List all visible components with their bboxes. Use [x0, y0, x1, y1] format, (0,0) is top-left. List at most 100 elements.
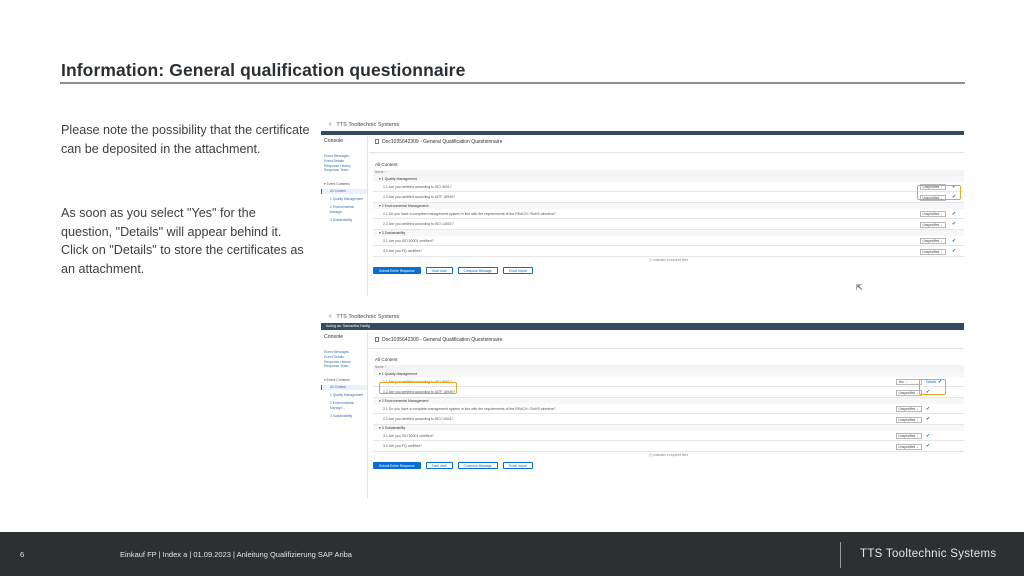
answer-dropdown[interactable]: Unspecified ⌄ [896, 416, 922, 423]
answer-dropdown[interactable]: Unspecified ⌄ [896, 389, 922, 396]
ariba-screenshot-yes-details: ‹ TTS Tooltechnic Systems Acting as: Sam… [321, 310, 964, 498]
console-panel: Console Event Messages Event Details Res… [321, 136, 368, 296]
footer-brand: TTS Tooltechnic Systems [860, 548, 997, 560]
check-icon: ✔ [926, 389, 931, 395]
brand-name: TTS Tooltechnic Systems [336, 121, 400, 128]
answer-value: Yes [898, 380, 904, 384]
check-icon: ✔ [952, 237, 957, 244]
console-item-sustainability[interactable]: 3 Sustainability [321, 218, 367, 223]
question-row: 3.1 Are you ISO 50001 certified? Unspeci… [373, 431, 964, 441]
all-content-heading: All Content [375, 357, 398, 362]
console-item-quality[interactable]: 1 Quality Management [321, 197, 367, 202]
question-text: 2.1 Do you have a complete management sy… [383, 406, 556, 411]
ariba-top-bar: ‹ TTS Tooltechnic Systems [321, 310, 964, 323]
answer-value: Unspecified [922, 239, 940, 243]
document-icon [375, 139, 379, 145]
console-link-response-team[interactable]: Response Team [321, 364, 367, 369]
question-row: 3.2 Are you PQ certified? Unspecified ⌄ … [373, 246, 964, 257]
console-section-event-contents[interactable]: ▾ Event Contents [321, 182, 367, 186]
check-icon: ✔ [952, 221, 957, 227]
submit-entire-response-button[interactable]: Submit Entire Response [373, 461, 421, 469]
save-draft-button[interactable]: Save draft [425, 266, 453, 274]
question-text: 3.1 Are you ISO 50001 certified? [383, 238, 434, 243]
answer-dropdown[interactable]: Unspecified ⌄ [920, 221, 946, 228]
answer-dropdown[interactable]: Unspecified ⌄ [896, 433, 922, 439]
check-icon: ✔ [926, 405, 931, 412]
document-title: Doc1035642309 - General Qualification Qu… [382, 337, 503, 343]
console-item-all-content[interactable]: All Content [321, 189, 367, 195]
question-row: 3.1 Are you ISO 50001 certified? Unspeci… [373, 236, 964, 246]
check-icon: ✔ [926, 443, 931, 449]
back-icon[interactable]: ‹ [329, 313, 331, 320]
document-title: Doc1035642309 - General Qualification Qu… [382, 139, 503, 145]
compose-message-button[interactable]: Compose Message [457, 266, 498, 274]
document-title-row: Doc1035642309 - General Qualification Qu… [375, 139, 502, 145]
mouse-cursor-icon: ⇱ [856, 283, 863, 292]
question-text: 2.2 Are you certified according to ISO 1… [383, 222, 454, 226]
answer-value: Unspecified [922, 185, 940, 189]
check-icon: ✔ [926, 432, 931, 439]
excel-import-button[interactable]: Excel Import [503, 461, 534, 469]
question-text: 1.1 Are you certified according to ISO 9… [383, 379, 452, 384]
console-section-event-contents[interactable]: ▾ Event Contents [321, 378, 367, 382]
check-icon: ✔ [938, 378, 943, 385]
check-icon: ✔ [926, 416, 931, 422]
question-text: 2.1 Do you have a complete management sy… [383, 211, 556, 216]
console-item-quality[interactable]: 1 Quality Management [321, 393, 367, 398]
answer-value: Unspecified [898, 407, 916, 411]
console-item-sustainability[interactable]: 3 Sustainability [321, 414, 367, 419]
back-icon[interactable]: ‹ [329, 121, 331, 128]
question-text: 1.2 Are you certified according to IATF … [383, 390, 455, 394]
answer-dropdown[interactable]: Unspecified ⌄ [896, 443, 922, 450]
divider [369, 348, 964, 349]
console-panel: Console Event Messages Event Details Res… [321, 332, 368, 498]
submit-entire-response-button[interactable]: Submit Entire Response [373, 266, 421, 274]
question-row: 3.2 Are you PQ certified? Unspecified ⌄ … [373, 441, 964, 452]
shell-bar [321, 131, 964, 135]
ariba-screenshot-unspecified: ‹ TTS Tooltechnic Systems Console Event … [321, 118, 964, 296]
answer-value: Unspecified [922, 195, 940, 200]
question-row: 2.1 Do you have a complete management sy… [373, 209, 964, 219]
details-link[interactable]: Details [926, 379, 936, 385]
answer-dropdown[interactable]: Unspecified ⌄ [920, 194, 946, 201]
required-field-hint: (*) indicates a required field [649, 257, 688, 262]
console-item-environmental[interactable]: 2 Environmental Manage... [321, 205, 367, 215]
save-draft-button[interactable]: Save draft [425, 461, 453, 469]
all-content-heading: All Content [375, 162, 398, 167]
questionnaire-body: All Content Name ↑ ▾ 1 Quality Managemen… [373, 357, 964, 469]
action-buttons: Submit Entire Response Save draft Compos… [373, 461, 964, 469]
answer-dropdown[interactable]: Unspecified ⌄ [920, 248, 946, 255]
console-link-response-team[interactable]: Response Team [321, 168, 367, 173]
divider [369, 152, 964, 153]
question-row: 1.2 Are you certified according to IATF … [373, 387, 964, 398]
question-text: 3.1 Are you ISO 50001 certified? [383, 433, 434, 438]
brand-name: TTS Tooltechnic Systems [336, 313, 400, 320]
instruction-paragraph-2: As soon as you select "Yes" for the ques… [61, 206, 304, 276]
footer-info: Einkauf FP | Index a | 01.09.2023 | Anle… [120, 550, 352, 559]
compose-message-button[interactable]: Compose Message [457, 461, 498, 469]
questionnaire-body: All Content Name ↑ ▾ 1 Quality Managemen… [373, 162, 964, 274]
excel-import-button[interactable]: Excel Import [503, 266, 534, 274]
question-text: 1.1 Are you certified according to ISO 9… [383, 184, 452, 189]
required-field-hint: (*) indicates a required field [649, 452, 688, 457]
check-icon: ✔ [952, 210, 957, 217]
answer-dropdown[interactable]: Unspecified ⌄ [920, 211, 946, 217]
answer-value: Unspecified [898, 390, 916, 395]
answer-value: Unspecified [922, 249, 940, 254]
instruction-paragraph-1: Please note the possibility that the cer… [61, 123, 310, 156]
answer-value: Unspecified [898, 417, 916, 422]
answer-value: Unspecified [898, 444, 916, 449]
answer-dropdown[interactable]: Unspecified ⌄ [920, 238, 946, 244]
console-title: Console [324, 334, 344, 340]
answer-dropdown[interactable]: Unspecified ⌄ [920, 184, 946, 190]
check-icon: ✔ [952, 248, 957, 254]
slide-footer: 6 Einkauf FP | Index a | 01.09.2023 | An… [0, 532, 1024, 576]
question-row: 2.2 Are you certified according to ISO 1… [373, 219, 964, 230]
action-buttons: Submit Entire Response Save draft Compos… [373, 266, 964, 274]
check-icon: ✔ [952, 194, 957, 200]
answer-dropdown[interactable]: Yes ⌄ [896, 379, 922, 385]
console-item-all-content[interactable]: All Content [321, 385, 367, 391]
question-text: 1.2 Are you certified according to IATF … [383, 195, 455, 199]
console-item-environmental[interactable]: 2 Environmental Manage... [321, 401, 367, 411]
answer-dropdown[interactable]: Unspecified ⌄ [896, 406, 922, 412]
